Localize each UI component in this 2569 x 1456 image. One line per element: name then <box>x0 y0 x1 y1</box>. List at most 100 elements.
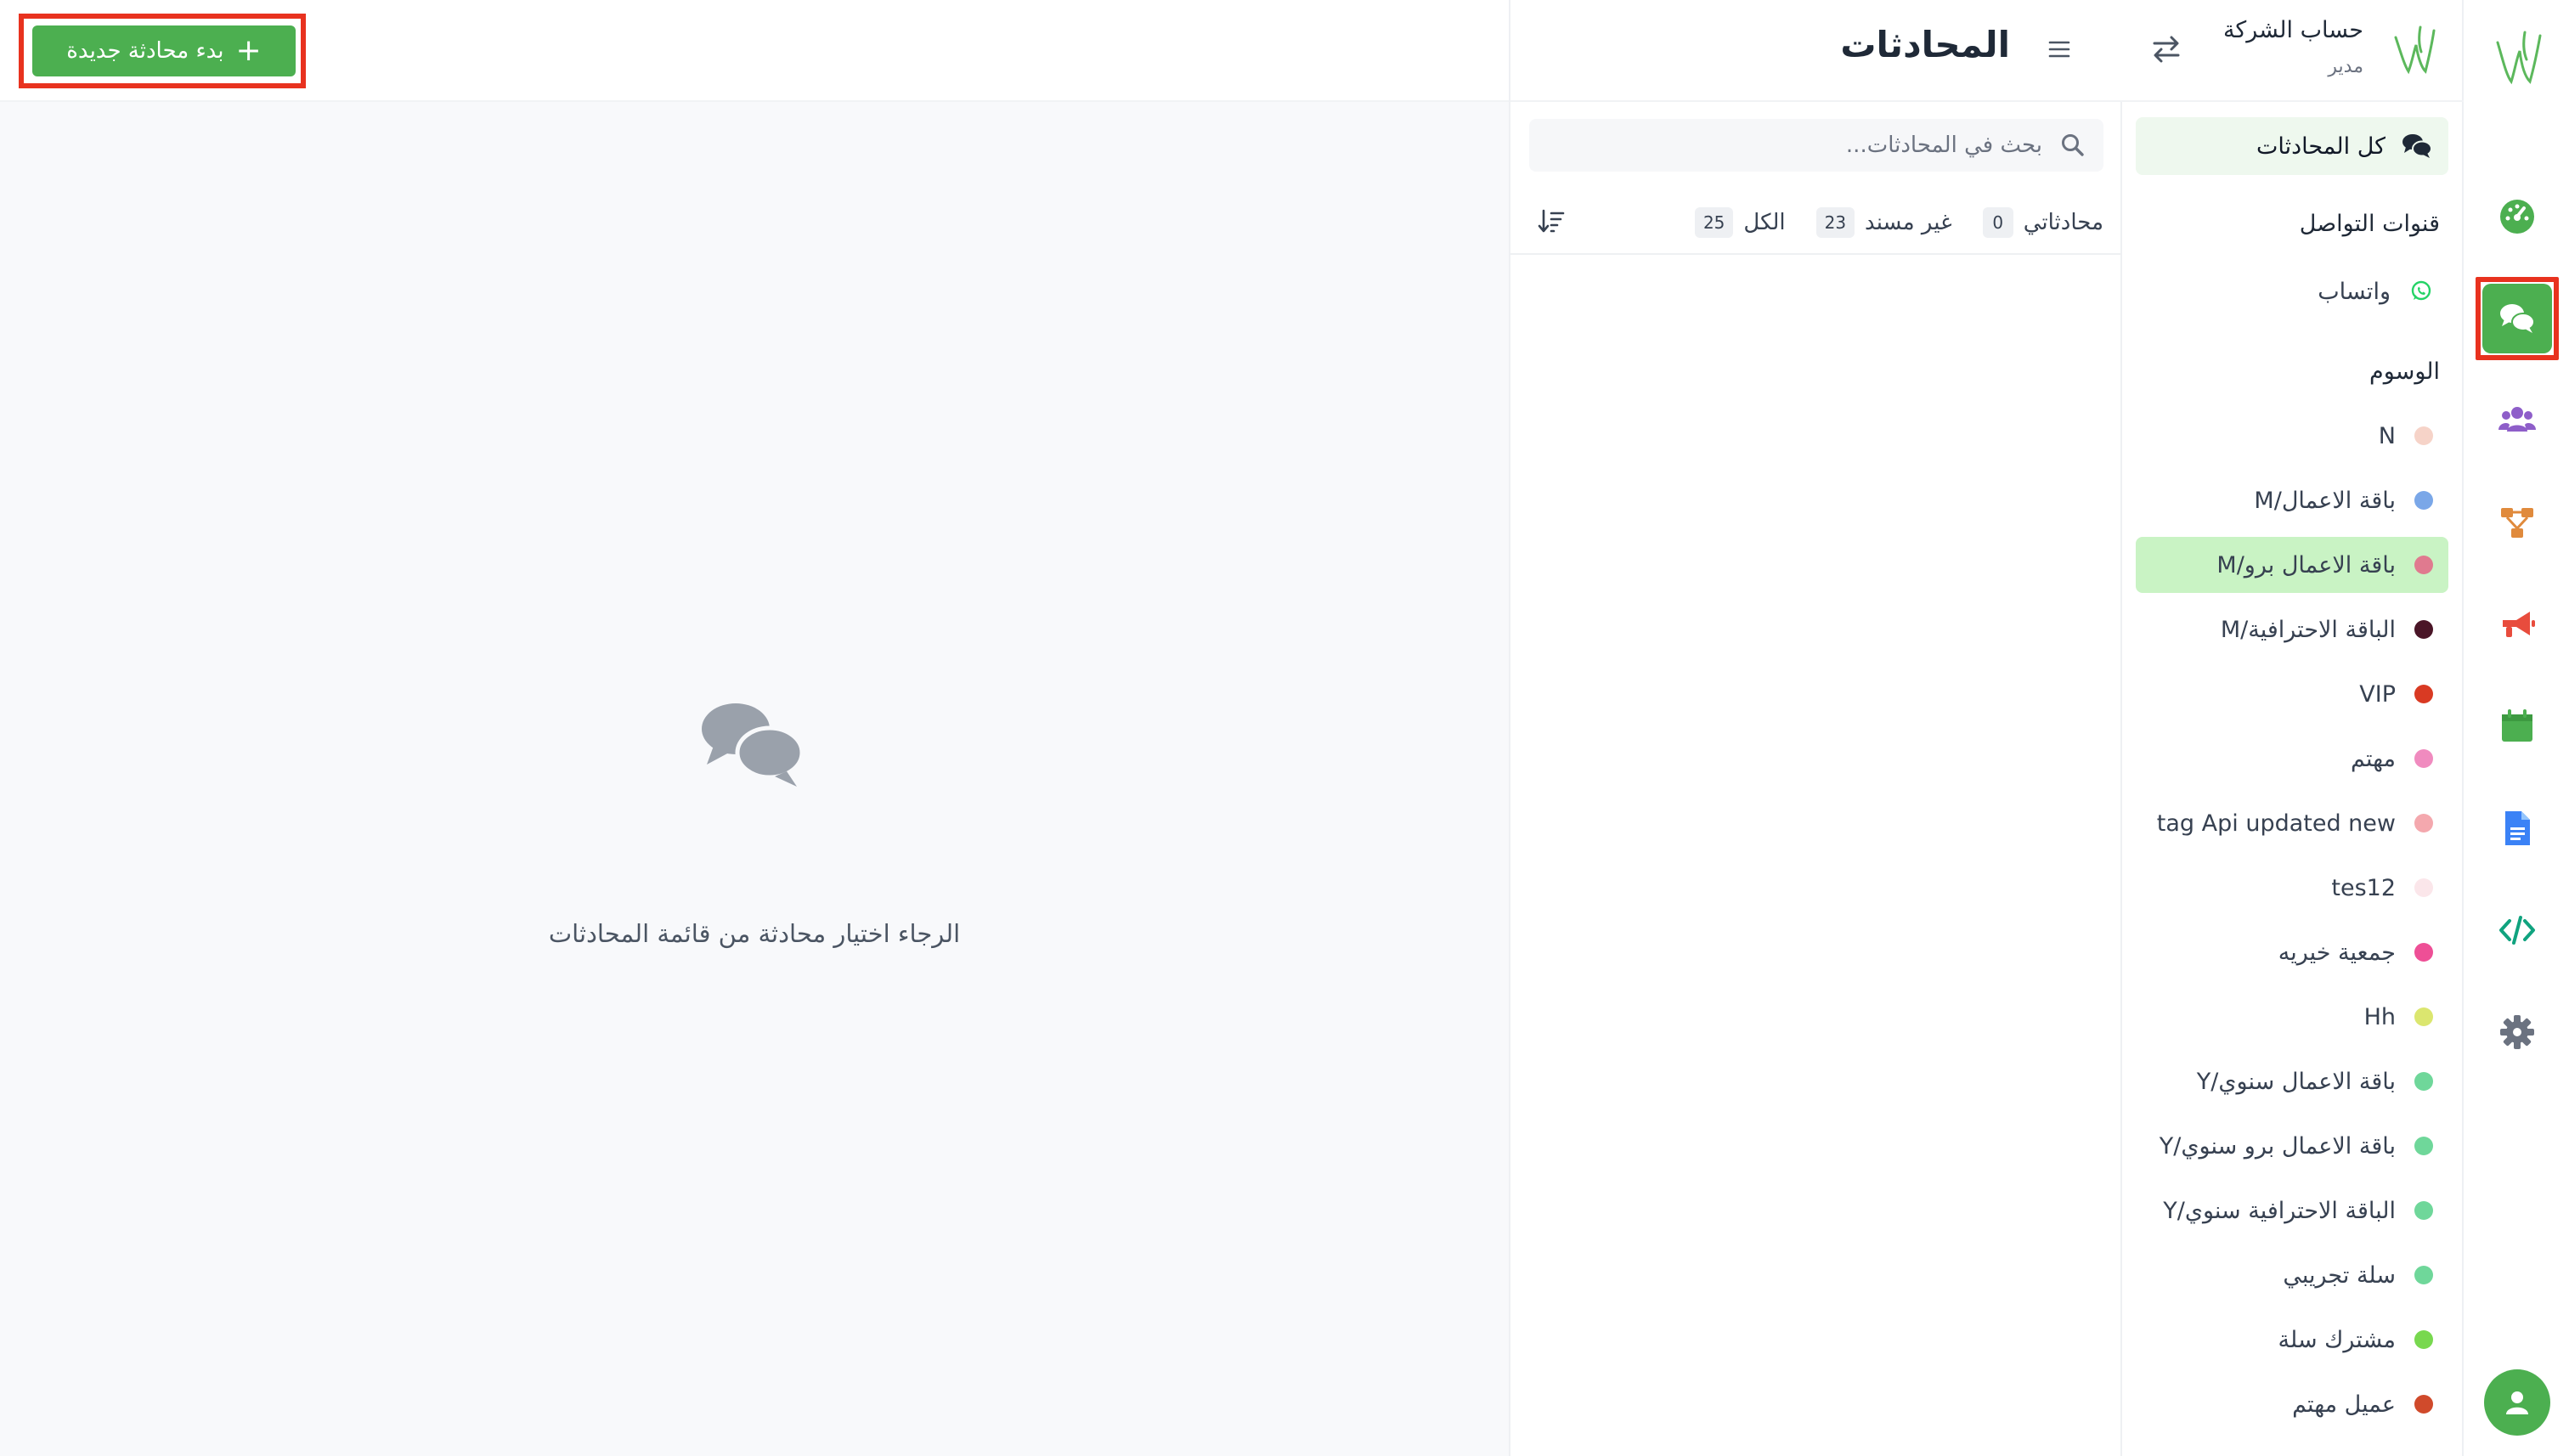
empty-state-message: الرجاء اختيار محادثة من قائمة المحادثات <box>548 919 961 948</box>
tag-label: الباقة الاحترافية سنوي/Y <box>2163 1197 2396 1224</box>
channels-title: قنوات التواصل <box>2299 211 2440 237</box>
icon-rail <box>2462 0 2569 1456</box>
tag-label: مشترك سلة <box>2278 1326 2396 1353</box>
filter-count-badge: 23 <box>1815 207 1855 238</box>
tag-item[interactable]: VIP <box>2136 666 2448 722</box>
new-conversation-button[interactable]: + بدء محادثة جديدة <box>32 25 296 76</box>
tag-color-dot <box>2414 814 2433 832</box>
rail-campaigns[interactable] <box>2482 590 2552 659</box>
tag-color-dot <box>2414 1137 2433 1155</box>
tag-color-dot <box>2414 1330 2433 1349</box>
tag-label: باقة الاعمال برو/M <box>2216 551 2396 578</box>
user-icon <box>2506 1391 2528 1414</box>
tag-label: الباقة الاحترافية/M <box>2220 616 2396 643</box>
campaigns-icon <box>2503 612 2535 637</box>
tag-label: مهتم <box>2350 745 2396 772</box>
tag-color-dot <box>2414 685 2433 703</box>
dashboard-icon <box>2500 200 2534 234</box>
conversation-detail-area: الرجاء اختيار محادثة من قائمة المحادثات <box>0 102 1509 1456</box>
switch-account-icon[interactable] <box>2149 32 2183 66</box>
rail-calendar[interactable] <box>2482 691 2552 761</box>
page-title: المحادثات <box>1840 24 2010 65</box>
tag-color-dot <box>2414 1007 2433 1026</box>
sort-icon[interactable] <box>1536 206 1567 236</box>
tag-item[interactable]: tes12 <box>2136 860 2448 916</box>
tag-color-dot <box>2414 426 2433 445</box>
account-role: مدير <box>2328 56 2363 77</box>
channel-label: واتساب <box>2318 278 2391 305</box>
tag-item[interactable]: tag Api updated new <box>2136 795 2448 851</box>
tag-item[interactable]: باقة الاعمال برو/M <box>2136 537 2448 593</box>
tag-color-dot <box>2414 878 2433 897</box>
tag-color-dot <box>2414 1266 2433 1284</box>
filter-mine[interactable]: محادثاتي 0 <box>1982 207 2103 238</box>
main-topbar: + بدء محادثة جديدة <box>0 0 1509 102</box>
chat-bubbles-icon <box>2402 134 2432 158</box>
filter-count-badge: 0 <box>1982 207 2013 238</box>
rail-conversations[interactable] <box>2476 277 2559 360</box>
tags-title: الوسوم <box>2369 358 2440 385</box>
channel-whatsapp[interactable]: واتساب <box>2136 263 2448 319</box>
new-conversation-label: بدء محادثة جديدة <box>66 38 224 64</box>
tag-label: عميل مهتم <box>2292 1391 2396 1418</box>
tag-label: باقة الاعمال سنوي/Y <box>2196 1068 2396 1095</box>
tag-label: Hh <box>2363 1003 2396 1030</box>
tag-label: tag Api updated new <box>2156 810 2396 837</box>
filter-label: غير مسند <box>1865 210 1952 235</box>
tag-color-dot <box>2414 1201 2433 1220</box>
tag-label: tes12 <box>2331 874 2396 901</box>
filter-label: محادثاتي <box>2023 210 2103 235</box>
tag-color-dot <box>2414 491 2433 510</box>
search-input[interactable] <box>1567 133 2042 158</box>
account-logo-icon <box>2394 25 2436 75</box>
calendar-icon <box>2502 709 2532 742</box>
filter-all[interactable]: الكل 25 <box>1694 207 1786 238</box>
tag-color-dot <box>2414 620 2433 639</box>
tag-color-dot <box>2414 556 2433 574</box>
account-header: حساب الشركة مدير <box>2122 0 2464 102</box>
tag-item[interactable]: باقة الاعمال برو سنوي/Y <box>2136 1118 2448 1174</box>
tag-item[interactable]: الباقة الاحترافية سنوي/Y <box>2136 1182 2448 1239</box>
tag-item[interactable]: الباقة الاحترافية/M <box>2136 601 2448 657</box>
account-name: حساب الشركة <box>2222 17 2363 43</box>
divider <box>1510 253 2122 255</box>
rail-settings[interactable] <box>2482 997 2552 1067</box>
hamburger-menu-icon[interactable] <box>2044 34 2075 65</box>
tag-item[interactable]: باقة الاعمال سنوي/Y <box>2136 1053 2448 1109</box>
tag-item[interactable]: عميل مهتم <box>2136 1376 2448 1432</box>
tag-item[interactable]: N <box>2136 408 2448 464</box>
user-profile-button[interactable] <box>2484 1369 2550 1436</box>
filter-unassigned[interactable]: غير مسند 23 <box>1815 207 1952 238</box>
tag-label: N <box>2378 422 2396 449</box>
tag-item[interactable]: باقة الاعمال/M <box>2136 472 2448 528</box>
inbox-sidebar: حساب الشركة مدير كل المحادثات قنوات التو… <box>2120 0 2464 1456</box>
document-icon <box>2505 811 2530 845</box>
conversation-list-header: المحادثات <box>1510 0 2122 102</box>
search-box <box>1529 119 2103 172</box>
brand-logo-icon <box>2496 31 2542 85</box>
tag-item[interactable]: Hh <box>2136 989 2448 1045</box>
search-icon <box>2062 134 2084 156</box>
rail-developer[interactable] <box>2482 895 2552 965</box>
tag-item[interactable]: مشترك سلة <box>2136 1312 2448 1368</box>
conversations-icon <box>2500 304 2535 333</box>
rail-documents[interactable] <box>2482 793 2552 863</box>
tag-item[interactable]: سلة تجريبي <box>2136 1247 2448 1303</box>
rail-flows[interactable] <box>2482 488 2552 557</box>
all-conversations-item[interactable]: كل المحادثات <box>2136 117 2448 175</box>
flows-icon <box>2501 508 2533 538</box>
code-icon <box>2499 916 2535 945</box>
tag-item[interactable]: جمعية خيريه <box>2136 924 2448 980</box>
conversation-filters: محادثاتي 0 غير مسند 23 الكل 25 <box>1529 199 2103 246</box>
tag-label: جمعية خيريه <box>2278 939 2396 966</box>
rail-contacts[interactable] <box>2482 386 2552 455</box>
tag-color-dot <box>2414 749 2433 768</box>
tag-color-dot <box>2414 1395 2433 1414</box>
tag-item[interactable]: مهتم <box>2136 731 2448 787</box>
whatsapp-icon <box>2411 280 2431 301</box>
contacts-icon <box>2498 407 2536 432</box>
filter-label: الكل <box>1743 210 1786 235</box>
rail-dashboard[interactable] <box>2482 182 2552 251</box>
tag-color-dot <box>2414 1072 2433 1091</box>
empty-chat-icon <box>702 703 805 787</box>
